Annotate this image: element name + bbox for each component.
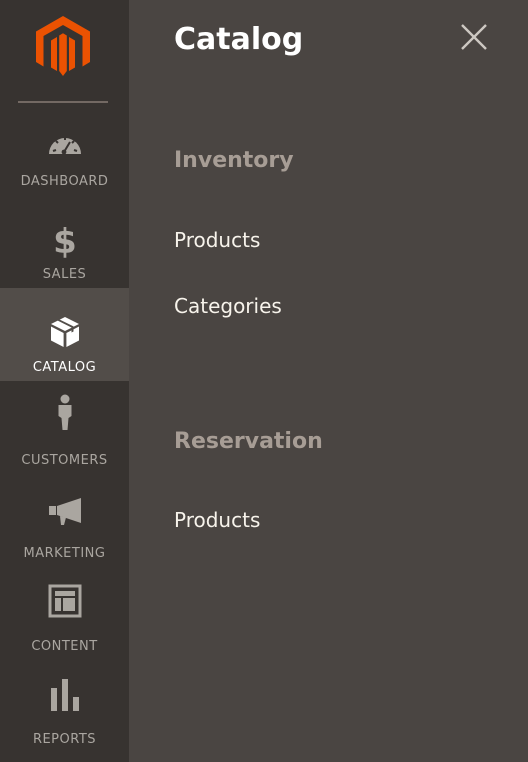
sidebar-item-label: CONTENT <box>31 639 98 654</box>
menu-link-categories[interactable]: Categories <box>174 294 282 318</box>
magento-logo-icon[interactable] <box>36 16 90 76</box>
layout-icon <box>0 584 129 620</box>
sidebar-item-reports[interactable]: REPORTS <box>0 660 129 753</box>
section-title-inventory: Inventory <box>174 148 294 173</box>
sidebar-item-dashboard[interactable]: DASHBOARD <box>0 102 129 195</box>
menu-link-reservation-products[interactable]: Products <box>174 508 260 532</box>
dollar-icon: $ <box>0 223 129 259</box>
sidebar-item-marketing[interactable]: MARKETING <box>0 474 129 567</box>
megaphone-icon <box>0 496 129 532</box>
sidebar-item-customers[interactable]: CUSTOMERS <box>0 381 129 474</box>
sidebar-item-label: REPORTS <box>32 732 97 747</box>
close-icon[interactable] <box>460 23 488 51</box>
sidebar-item-sales[interactable]: $ SALES <box>0 195 129 288</box>
sidebar-item-label: CUSTOMERS <box>21 453 108 468</box>
sidebar-item-label: MARKETING <box>23 546 106 561</box>
sidebar-item-label: SALES <box>42 267 87 282</box>
admin-sidebar: DASHBOARD $ SALES CATALOG CUSTOMERS MARK… <box>0 0 129 762</box>
cube-box-icon <box>0 316 129 352</box>
dashboard-gauge-icon <box>0 130 129 166</box>
svg-text:$: $ <box>54 223 76 259</box>
person-icon <box>0 394 129 430</box>
sidebar-item-content[interactable]: CONTENT <box>0 567 129 660</box>
menu-link-products[interactable]: Products <box>174 228 260 252</box>
sidebar-item-catalog[interactable]: CATALOG <box>0 288 129 381</box>
panel-title: Catalog <box>174 22 304 57</box>
sidebar-item-label: DASHBOARD <box>20 174 109 189</box>
bar-chart-icon <box>0 679 129 715</box>
sidebar-item-label: CATALOG <box>32 360 97 375</box>
section-title-reservation: Reservation <box>174 429 323 454</box>
